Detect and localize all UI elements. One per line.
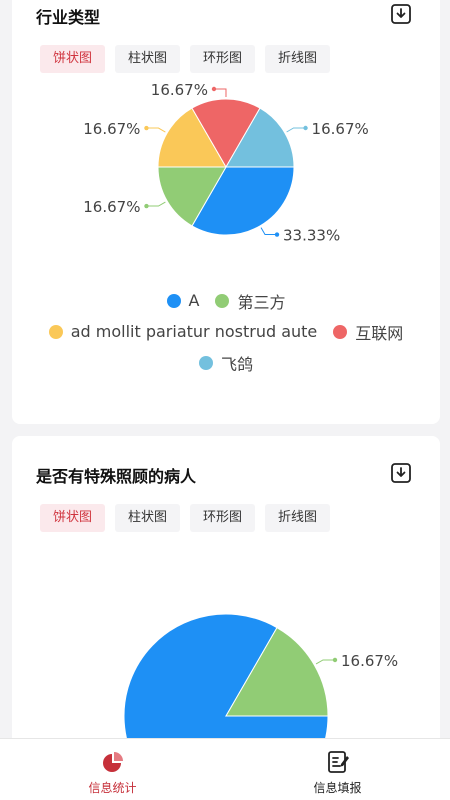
legend-item[interactable]: 第三方	[215, 289, 285, 313]
slice-percentage-label: 16.67%	[83, 120, 140, 138]
label-leader-line	[260, 227, 278, 236]
nav-label: 信息统计	[88, 781, 137, 795]
tab-line[interactable]: 折线图	[265, 45, 331, 73]
label-dot	[144, 203, 149, 209]
label-dot	[211, 86, 217, 92]
slice-percentage-label: 16.67%	[83, 198, 140, 216]
label-leader-line	[146, 201, 166, 207]
legend-dot	[333, 324, 348, 339]
legend-dot	[215, 293, 230, 308]
slice-percentage-label: 16.67%	[341, 652, 398, 670]
download-icon[interactable]	[390, 3, 412, 25]
nav-report[interactable]: 信息填报	[225, 739, 450, 800]
legend-label: ad mollit pariatur nostrud aute	[70, 322, 318, 341]
tab-line[interactable]: 折线图	[265, 504, 331, 532]
pie-chart-icon	[102, 752, 123, 772]
tab-pie[interactable]: 饼状图	[40, 45, 106, 73]
label-dot	[303, 125, 308, 131]
legend-dot	[48, 324, 63, 339]
special-care-pie-chart: 83.33%16.67%	[123, 613, 398, 756]
chart-legend: A 第三方 ad mollit pariatur nostrud aute 互联…	[12, 285, 440, 378]
slice-percentage-label: 33.33%	[283, 227, 340, 245]
card-title: 行业类型	[36, 8, 101, 27]
legend-item[interactable]: ad mollit pariatur nostrud aute	[48, 322, 318, 341]
legend-label: 飞鸽	[220, 354, 253, 374]
label-dot	[144, 125, 149, 131]
tab-ring[interactable]: 环形图	[190, 504, 256, 532]
label-dot	[274, 232, 280, 237]
legend-item[interactable]: A	[166, 291, 200, 310]
tab-pie[interactable]: 饼状图	[40, 504, 106, 532]
label-leader-line	[146, 127, 166, 133]
legend-label: A	[188, 291, 200, 310]
nav-statistics[interactable]: 信息统计	[0, 739, 225, 800]
industry-type-card: 行业类型 饼状图 柱状图 环形图 折线图 33.33% 16.67% 16.67% 1…	[12, 0, 440, 424]
chart-type-tabs: 饼状图 柱状图 环形图 折线图	[40, 504, 331, 532]
edit-form-icon	[327, 751, 349, 773]
legend-dot	[166, 293, 181, 308]
tab-bar[interactable]: 柱状图	[115, 45, 181, 73]
chart-type-tabs: 饼状图 柱状图 环形图 折线图	[40, 45, 331, 73]
industry-pie-chart: 33.33% 16.67% 16.67% 16.67% 16.67%	[83, 81, 369, 245]
legend-dot	[198, 355, 213, 370]
slice-percentage-label: 16.67%	[312, 120, 369, 138]
legend-label: 第三方	[237, 292, 286, 312]
label-dot	[332, 657, 338, 663]
download-icon[interactable]	[390, 462, 412, 484]
label-leader-line	[286, 127, 306, 133]
legend-item[interactable]: 飞鸽	[198, 351, 253, 375]
special-care-card: 是否有特殊照顾的病人 饼状图 柱状图 环形图 折线图 83.33%16.67%	[12, 436, 440, 756]
bottom-navigation: 信息统计 信息填报	[0, 738, 450, 800]
card-title: 是否有特殊照顾的病人	[36, 467, 197, 486]
label-leader-line	[315, 659, 335, 665]
legend-label: 互联网	[355, 323, 404, 343]
nav-label: 信息填报	[313, 781, 362, 795]
tab-ring[interactable]: 环形图	[190, 45, 256, 73]
legend-item[interactable]: 互联网	[333, 320, 403, 344]
slice-percentage-label: 16.67%	[151, 81, 208, 99]
tab-bar[interactable]: 柱状图	[115, 504, 181, 532]
